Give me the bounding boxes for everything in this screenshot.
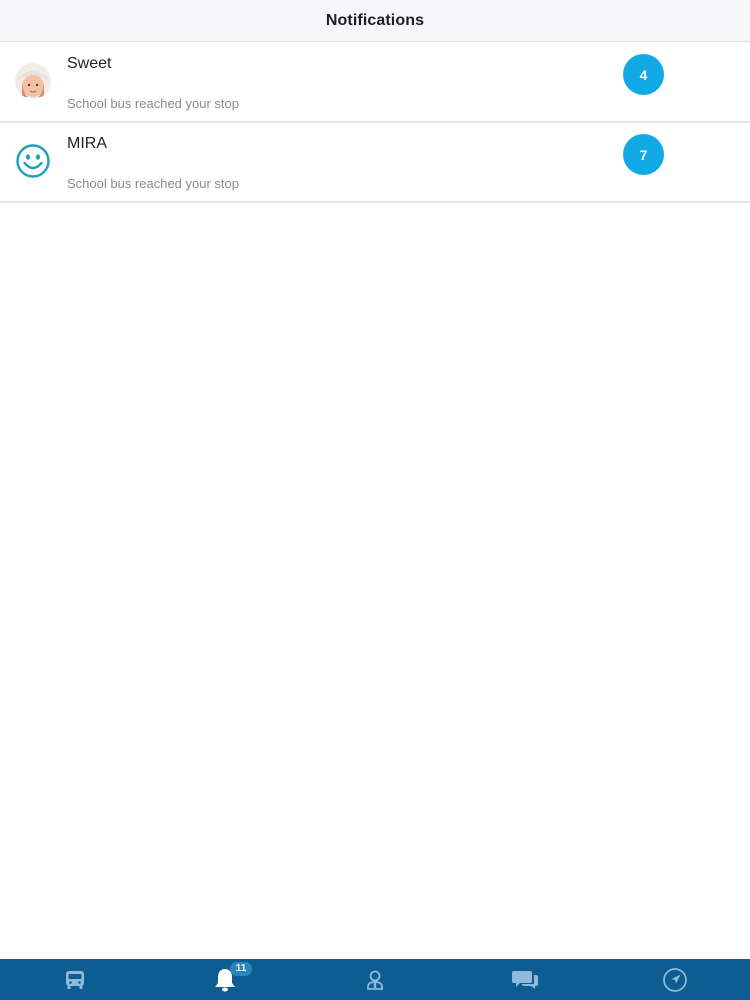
notification-item-mira[interactable]: MIRA School bus reached your stop 7 [0,123,750,203]
notification-count-badge: 11 [230,962,252,976]
profile-icon [367,970,383,990]
count-badge: 7 [623,134,664,175]
bus-icon [66,970,84,989]
notification-item-sweet[interactable]: Sweet School bus reached your stop 4 [0,43,750,123]
child-photo-avatar [15,63,51,99]
notification-list: Sweet School bus reached your stop 4 MIR… [0,43,750,203]
smiley-face-icon [15,143,51,179]
notification-message: School bus reached your stop [67,176,239,191]
tab-notifications[interactable]: 11 [150,959,300,1000]
bottom-tab-bar: 11 [0,959,750,1000]
page-title: Notifications [325,11,425,29]
notification-message: School bus reached your stop [67,96,239,111]
notification-name: Sweet [67,55,112,72]
tab-navigation[interactable] [600,959,750,1000]
navigation-icon [663,967,687,992]
tab-chat[interactable] [450,959,600,1000]
chat-icon [512,970,538,989]
count-badge: 4 [623,54,664,95]
tab-bus[interactable] [0,959,150,1000]
tab-profile[interactable] [300,959,450,1000]
notification-name: MIRA [67,135,107,152]
top-bar: Notifications [0,0,750,42]
